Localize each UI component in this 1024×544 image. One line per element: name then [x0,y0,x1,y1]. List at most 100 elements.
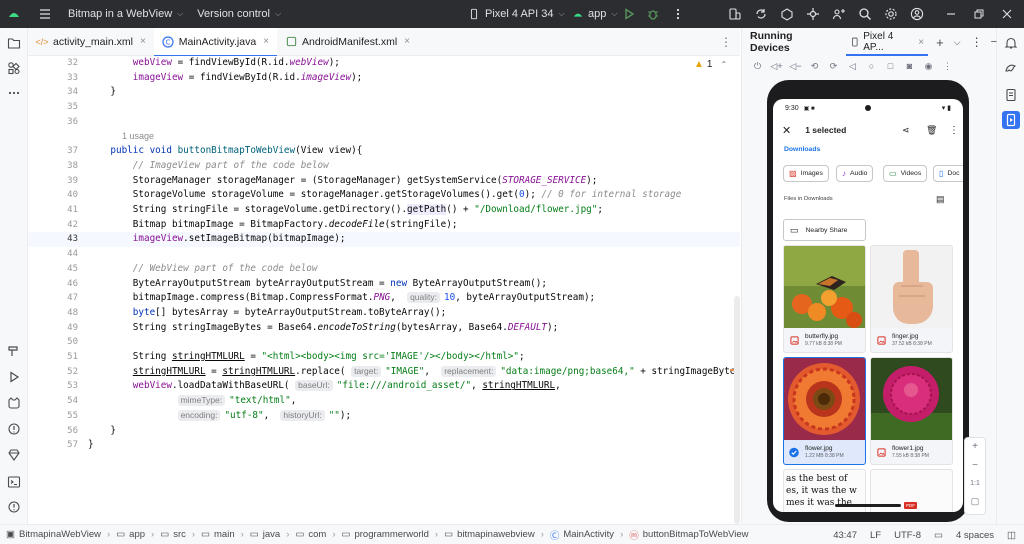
gem-icon[interactable] [5,446,23,464]
tab-main-activity-java[interactable]: C MainActivity.java × [153,27,278,57]
more-options-icon[interactable]: ⋮ [938,61,957,72]
file-card-finger[interactable]: finger.jpg 37.52 kB 8:38 PM [870,245,953,353]
breadcrumb-item[interactable]: app [129,529,145,540]
delete-icon[interactable]: 🗑 [926,125,937,136]
nearby-share-button[interactable]: ▭ Nearby Share [783,219,866,241]
caret-position[interactable]: 43:47 [833,530,857,541]
indent-setting[interactable]: 4 spaces [956,530,994,541]
zoom-fit-icon[interactable]: ▢ [965,496,985,507]
home-icon[interactable]: ○ [862,61,881,71]
project-selector[interactable]: Bitmap in a WebView ⌵ [68,0,183,28]
power-icon[interactable]: ⏻ [748,61,767,72]
chip-videos[interactable]: ▭ Videos [883,165,928,182]
vcs-selector[interactable]: Version control ⌵ [197,0,281,28]
problems-icon[interactable] [5,498,23,516]
code-editor[interactable]: 32 33 34 35 36 37 38 39 40 41 42 43 44 4… [28,56,752,524]
rotate-right-icon[interactable]: ⟳ [824,61,843,72]
resource-manager-icon[interactable] [5,59,23,77]
memory-indicator-icon[interactable]: ◫ [1007,530,1016,541]
device-selector[interactable]: Pixel 4 API 34 ⌵ [468,0,565,28]
file-card-butterfly[interactable]: butterfly.jpg 9.77 kB 8:38 PM [783,245,866,353]
file-meta: 1.22 MB 8:38 PM [805,453,844,459]
close-tab-icon[interactable]: × [918,37,924,48]
account-icon[interactable] [904,0,930,28]
run-config-selector[interactable]: app ⌵ [572,0,617,28]
close-icon[interactable]: ✕ [782,124,791,137]
close-tab-icon[interactable]: × [404,36,410,47]
sync-project-icon[interactable] [748,0,774,28]
breadcrumb-item[interactable]: buttonBitmapToWebView [643,529,749,540]
project-folder-icon[interactable] [5,34,23,52]
rotate-left-icon[interactable]: ⟲ [805,61,824,72]
volume-down-icon[interactable]: ◁− [786,61,805,72]
more-actions-icon[interactable] [665,0,691,28]
breadcrumb-item[interactable]: java [263,529,280,540]
line-number: 51 [67,352,78,362]
main-menu-icon[interactable] [32,0,58,28]
device-tab[interactable]: Pixel 4 AP... × [845,28,929,56]
device-screen[interactable]: 9:30 ▣ ■ ▾ ▮ ✕ 1 selected ⋖ 🗑 ⋮ Download… [773,99,963,512]
param-hint: quality: [407,292,440,304]
minimize-panel-icon[interactable]: − [991,36,997,48]
close-tab-icon[interactable]: × [263,36,269,47]
close-tab-icon[interactable]: × [140,36,146,47]
more-options-icon[interactable]: ⋮ [971,35,983,49]
settings-gear-icon[interactable] [878,0,904,28]
device-file-explorer-icon[interactable] [1002,86,1020,104]
breadcrumb-item[interactable]: BitmapinaWebView [19,529,101,540]
usage-hint[interactable]: 1 usage [122,129,154,144]
back-icon[interactable]: ◁ [843,61,862,72]
more-tabs-icon[interactable]: ⋮ [720,36,732,48]
overview-icon[interactable]: □ [881,61,900,71]
line-separator[interactable]: LF [870,530,881,541]
code-line: webView.loadDataWithBaseURL( baseUrl: "fi… [132,380,561,392]
volume-up-icon[interactable]: ◁+ [767,61,786,72]
notifications-bell-icon[interactable] [1002,34,1020,52]
chevron-down-icon[interactable]: ⌵ [954,37,961,48]
logcat-icon[interactable] [5,394,23,412]
zoom-in-button[interactable]: + [965,441,985,452]
running-devices-icon[interactable] [1002,111,1020,129]
more-options-icon[interactable]: ⋮ [949,125,959,136]
tab-android-manifest[interactable]: AndroidManifest.xml × [277,28,418,56]
breadcrumb-item[interactable]: src [173,529,186,540]
file-card-flower[interactable]: flower.jpg 1.22 MB 8:38 PM [783,357,866,465]
breadcrumb-item[interactable]: MainActivity [563,529,614,540]
list-view-icon[interactable]: ▤ [936,194,945,205]
breadcrumb-item[interactable]: bitmapinawebview [457,529,535,540]
search-icon[interactable] [852,0,878,28]
app-quality-insights-icon[interactable] [5,420,23,438]
breadcrumb-item[interactable]: com [308,529,326,540]
sdk-manager-icon[interactable] [774,0,800,28]
file-card-flower1[interactable]: flower1.jpg 7.55 kB 8:38 PM [870,357,953,465]
panel-title: Running Devices [750,30,793,54]
gradle-icon[interactable] [1002,59,1020,77]
chip-audio[interactable]: ♪ Audio [836,165,874,182]
app-inspection-icon[interactable] [800,0,826,28]
zoom-out-button[interactable]: − [965,460,985,471]
code-with-me-icon[interactable] [826,0,852,28]
tab-activity-main-xml[interactable]: </> activity_main.xml × [28,28,154,56]
screenshot-icon[interactable]: ◙ [900,61,919,71]
debug-icon[interactable] [640,0,666,28]
zoom-actual-size-button[interactable]: 1:1 [965,480,985,487]
minimize-window-icon[interactable] [938,0,964,28]
close-window-icon[interactable] [994,0,1020,28]
breadcrumb-item[interactable]: programmerworld [354,529,428,540]
build-hammer-icon[interactable] [5,342,23,360]
chip-images[interactable]: ▨ Images [783,165,829,182]
editor-scrollbar[interactable] [734,296,740,524]
add-device-icon[interactable]: + [936,35,944,50]
read-only-lock-icon[interactable]: ▭ [934,530,943,541]
more-tool-windows-icon[interactable] [5,84,23,102]
terminal-icon[interactable] [5,473,23,491]
breadcrumb-item[interactable]: main [214,529,235,540]
run-tool-icon[interactable] [5,368,23,386]
file-encoding[interactable]: UTF-8 [894,530,921,541]
chip-documents[interactable]: ▯ Doc [933,165,963,182]
screen-record-icon[interactable]: ◉ [919,61,938,72]
share-icon[interactable]: ⋖ [902,125,910,136]
run-icon[interactable] [616,0,642,28]
device-manager-icon[interactable] [722,0,748,28]
restore-window-icon[interactable] [966,0,992,28]
